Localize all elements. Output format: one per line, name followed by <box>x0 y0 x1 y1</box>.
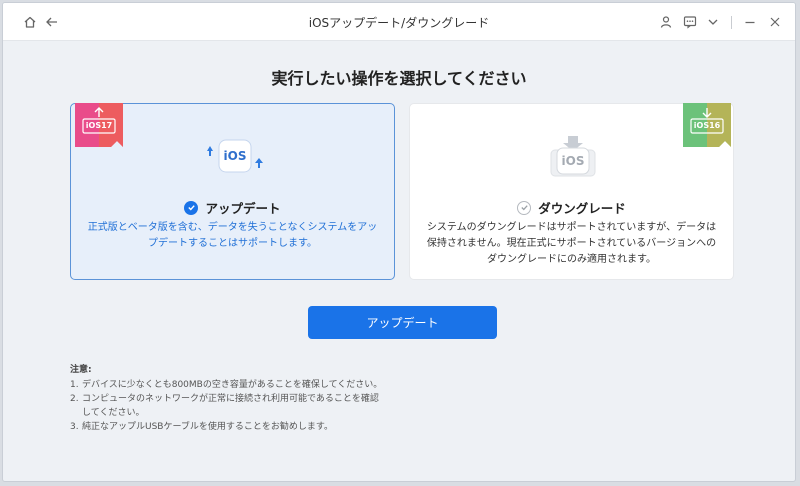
ios-downgrade-icon: iOS <box>543 134 603 180</box>
downgrade-description-line: 保持されません。現在正式にサポートされているバージョンへの <box>426 238 717 249</box>
window-title: iOSアップデート/ダウングレード <box>308 16 490 30</box>
page-heading: 実行したい操作を選択してください <box>271 69 527 88</box>
ios17-badge-label: iOS17 <box>85 121 113 130</box>
app-window: iOSアップデート/ダウングレード 実行したい操作を選択してください iOS17… <box>2 2 796 482</box>
user-icon[interactable] <box>657 13 675 31</box>
downgrade-description-line: システムのダウングレードはサポートされていますが、データは <box>426 222 717 233</box>
minimize-icon[interactable] <box>741 13 759 31</box>
notes-section: 注意: 1. デバイスに少なくとも800MBの空き容量があることを確保してくださ… <box>70 363 382 434</box>
update-description: 正式版とベータ版を含む、データを失うことなくシステムをアッ プデートすることはサ… <box>83 220 382 252</box>
note-number: 3. <box>70 422 79 432</box>
note-item: 2. コンピュータのネットワークが正常に接続され利用可能であることを確認 してく… <box>70 392 382 420</box>
checkmark-icon <box>184 200 199 215</box>
titlebar-divider <box>731 16 732 29</box>
ios17-badge: iOS17 <box>75 103 123 147</box>
update-title-row: アップデート <box>71 198 394 217</box>
close-icon[interactable] <box>766 13 784 31</box>
update-description-line: プデートすることはサポートします。 <box>148 238 317 249</box>
update-title: アップデート <box>205 201 281 216</box>
downgrade-description: システムのダウングレードはサポートされていますが、データは 保持されません。現在… <box>422 220 721 268</box>
downgrade-description-line: ダウングレードにのみ適用されます。 <box>487 254 656 265</box>
downgrade-title-row: ダウングレード <box>410 198 733 217</box>
ios-update-icon: iOS <box>204 138 264 178</box>
update-button[interactable]: アップデート <box>308 306 497 339</box>
downgrade-option-card[interactable]: iOS16 iOS ダウングレード システムのダウングレードはサポートされていま… <box>409 103 734 280</box>
notes-title: 注意: <box>70 365 92 375</box>
downgrade-title: ダウングレード <box>538 201 626 216</box>
note-text: 純正なアップルUSBケーブルを使用することをお勧めします。 <box>82 422 334 432</box>
note-text: コンピュータのネットワークが正常に接続され利用可能であることを確認 <box>82 394 379 404</box>
feedback-icon[interactable] <box>681 13 699 31</box>
note-item: 1. デバイスに少なくとも800MBの空き容量があることを確保してください。 <box>70 378 382 392</box>
chevron-down-icon[interactable] <box>704 13 722 31</box>
note-text: デバイスに少なくとも800MBの空き容量があることを確保してください。 <box>82 380 383 390</box>
update-description-line: 正式版とベータ版を含む、データを失うことなくシステムをアッ <box>87 222 378 233</box>
unchecked-icon <box>517 200 532 215</box>
note-number: 2. <box>70 394 79 404</box>
title-bar: iOSアップデート/ダウングレード <box>3 3 795 41</box>
ios16-badge-label: iOS16 <box>693 121 721 130</box>
note-text: してください。 <box>82 408 145 418</box>
ios-icon-label: iOS <box>223 149 247 163</box>
ios16-badge: iOS16 <box>683 103 731 147</box>
note-number: 1. <box>70 380 79 390</box>
ios-icon-label: iOS <box>561 154 585 168</box>
update-option-card[interactable]: iOS17 iOS アップデート 正式版とベータ版を含む、データを失うことなくシ… <box>70 103 395 280</box>
note-item: 3. 純正なアップルUSBケーブルを使用することをお勧めします。 <box>70 420 382 434</box>
